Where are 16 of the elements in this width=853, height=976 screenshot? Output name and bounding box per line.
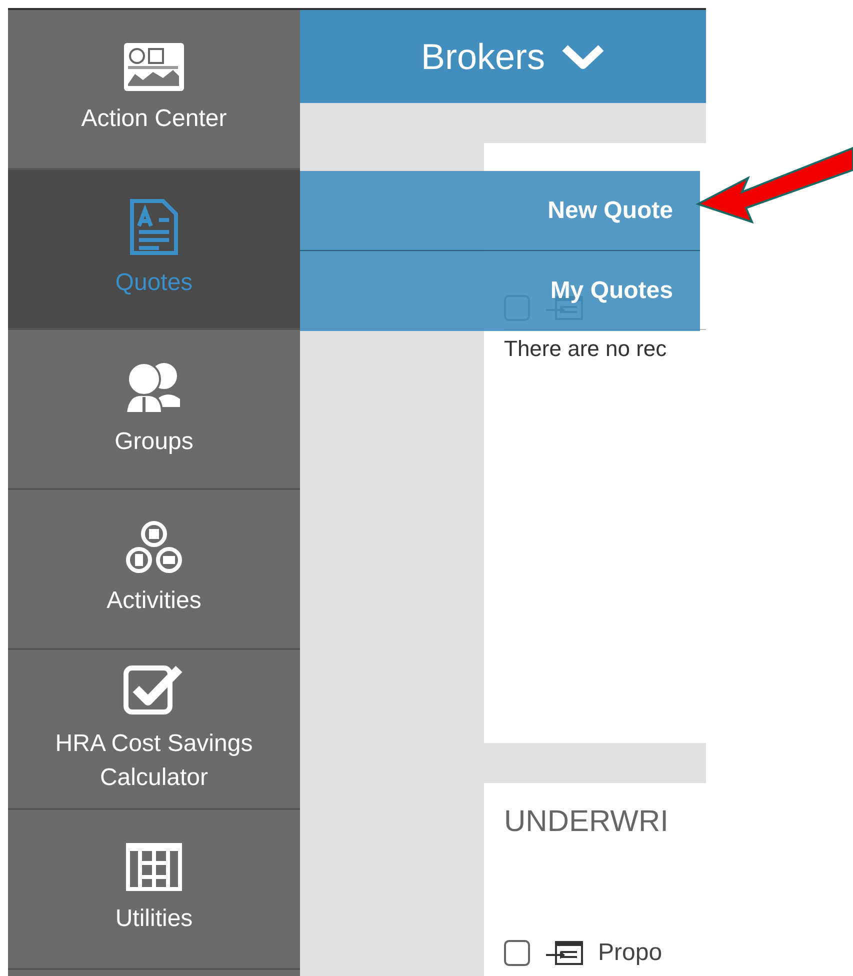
sidebar-item[interactable]: Utilities [8,810,300,970]
menu-item[interactable]: My Quotes [300,251,700,331]
brokers-menu-button[interactable]: Brokers [400,36,606,78]
checkbox-icon [123,663,185,717]
row-label: Propo [598,939,662,967]
card-title: UNDERWRI [504,805,670,839]
empty-message: There are no rec [504,336,668,362]
grid-icon [125,842,183,892]
chevron-icon [561,42,606,70]
import-icon [544,940,584,966]
activities-icon [125,520,183,574]
document-icon [129,198,179,256]
dashboard-icon [123,42,185,92]
menu-item[interactable]: New Quote [300,171,700,251]
checkbox[interactable] [504,940,530,966]
sidebar-item[interactable]: Groups [8,330,300,490]
